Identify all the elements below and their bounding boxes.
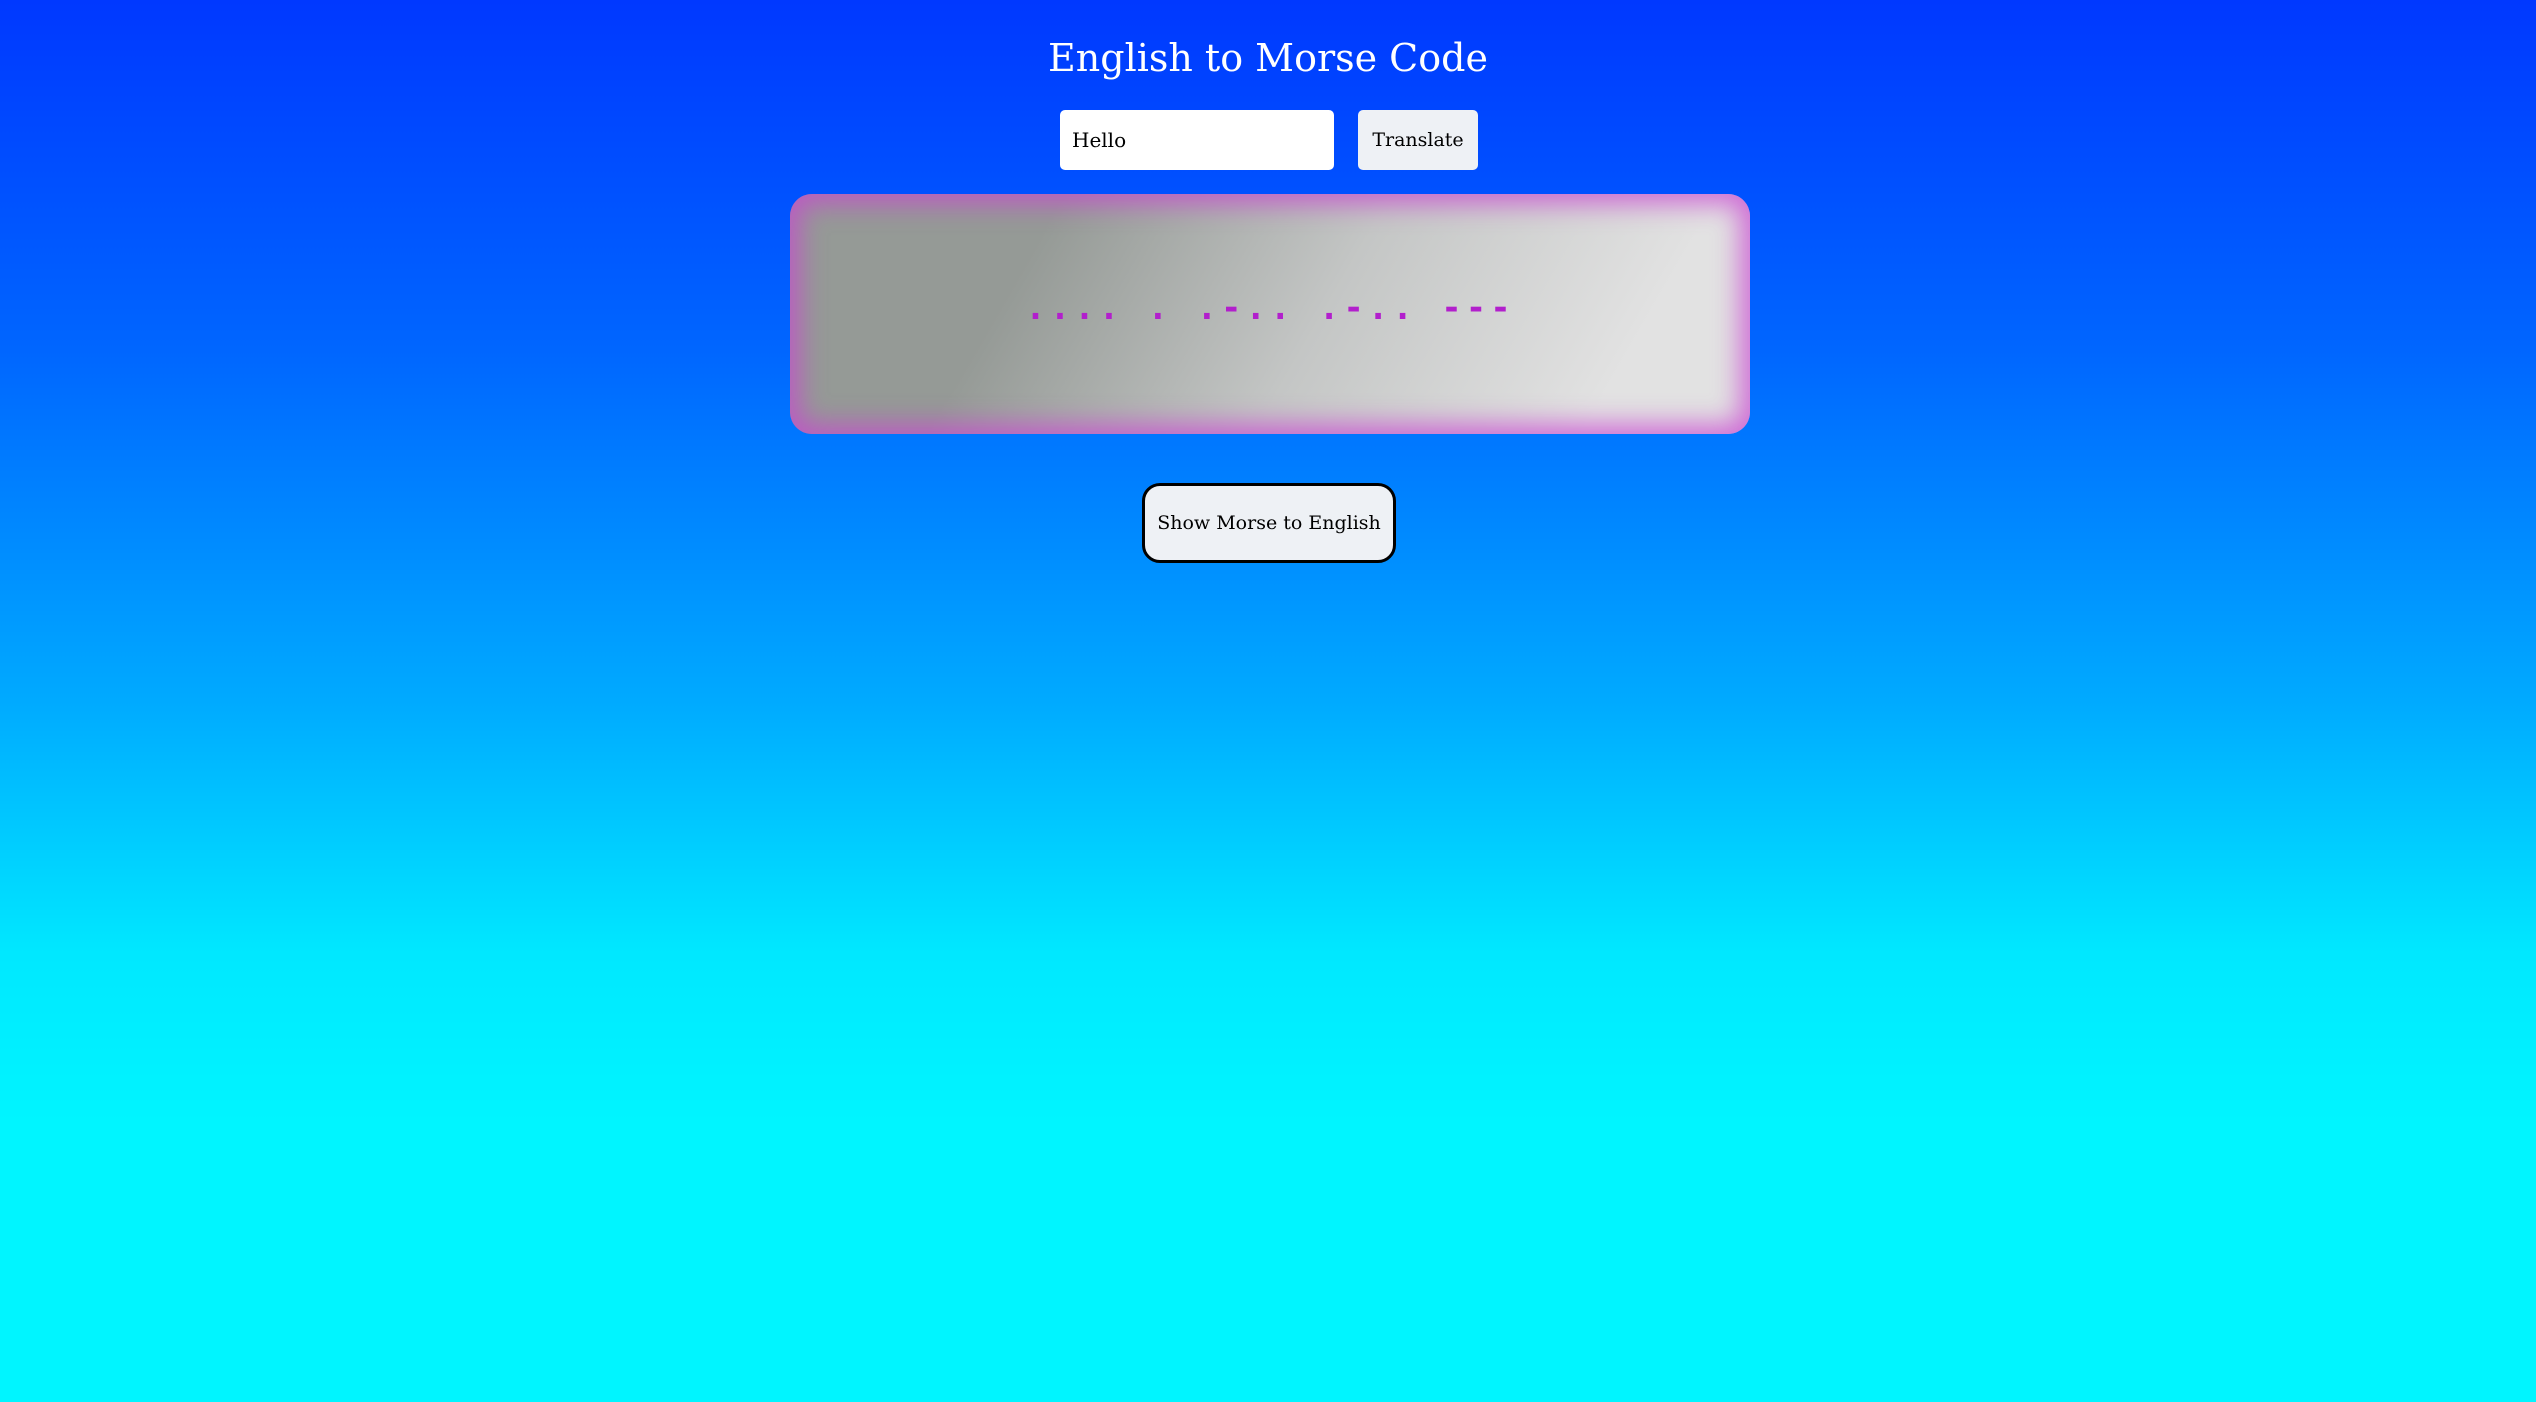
morse-output-text: .... . .-.. .-.. --- [1025, 288, 1515, 328]
translate-button[interactable]: Translate [1358, 110, 1478, 170]
morse-output-panel: .... . .-.. .-.. --- [790, 194, 1750, 434]
show-morse-to-english-button[interactable]: Show Morse to English [1142, 483, 1396, 563]
english-text-input[interactable] [1060, 110, 1334, 170]
page-title: English to Morse Code [1048, 36, 1488, 80]
